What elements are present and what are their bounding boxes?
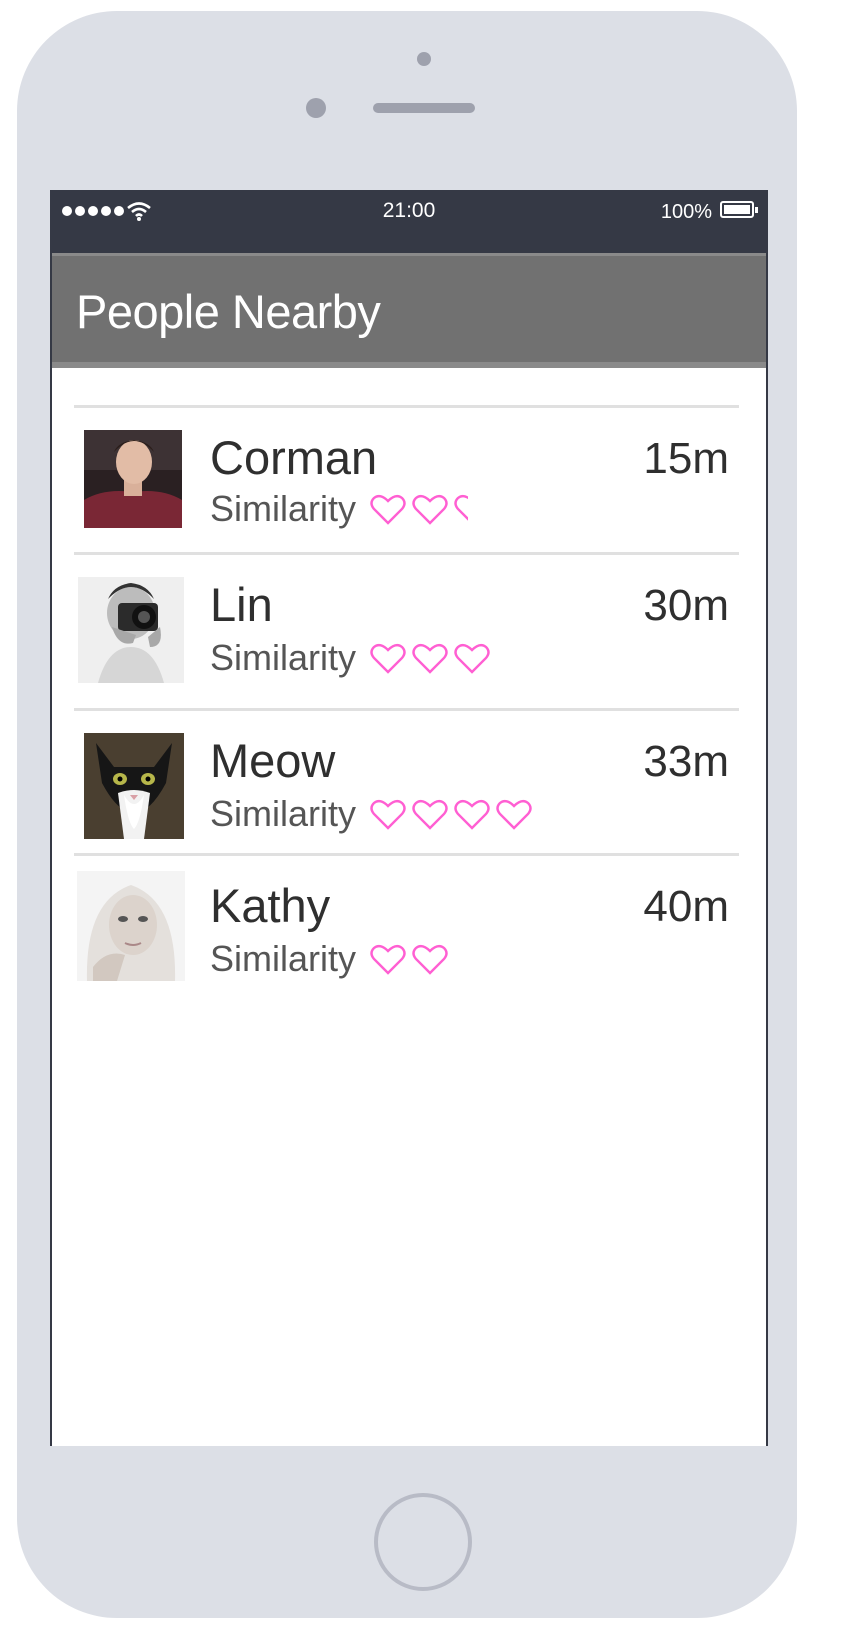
- similarity-hearts: [370, 492, 496, 526]
- avatar: [78, 577, 184, 683]
- avatar: [84, 430, 182, 528]
- screen: 21:00 100% People Nearby Corman 15m Simi…: [50, 190, 768, 1446]
- similarity: Similarity: [210, 488, 496, 530]
- person-distance: 33m: [643, 737, 729, 786]
- similarity: Similarity: [210, 793, 538, 835]
- person-name: Kathy: [210, 879, 331, 932]
- similarity-hearts: [370, 942, 454, 976]
- battery-icon: [720, 201, 758, 218]
- person-row-corman[interactable]: Corman 15m Similarity: [74, 405, 739, 552]
- heart-icon: [412, 643, 448, 674]
- proximity-sensor: [417, 52, 431, 66]
- similarity-label: Similarity: [210, 793, 357, 834]
- heart-icon: [496, 799, 532, 830]
- similarity: Similarity: [210, 637, 496, 679]
- person-row-lin[interactable]: Lin 30m Similarity: [74, 552, 739, 708]
- person-name: Lin: [210, 578, 273, 631]
- person-name: Meow: [210, 734, 336, 787]
- avatar: [77, 871, 185, 981]
- person-distance: 40m: [643, 882, 729, 931]
- heart-icon: [412, 494, 448, 525]
- heart-icon: [370, 494, 406, 525]
- similarity-label: Similarity: [210, 637, 357, 678]
- similarity-label: Similarity: [210, 488, 357, 529]
- header-bar: People Nearby: [52, 253, 766, 368]
- person-row-meow[interactable]: Meow 33m Similarity: [74, 708, 739, 853]
- people-list: Corman 15m Similarity Lin 30m Similarity…: [74, 405, 739, 998]
- person-row-kathy[interactable]: Kathy 40m Similarity: [74, 853, 739, 998]
- person-name: Corman: [210, 431, 378, 484]
- earpiece-speaker: [373, 103, 475, 113]
- person-distance: 15m: [643, 434, 729, 483]
- similarity: Similarity: [210, 938, 454, 980]
- heart-icon: [454, 643, 490, 674]
- heart-icon: [412, 799, 448, 830]
- similarity-hearts: [370, 797, 538, 831]
- heart-icon: [370, 799, 406, 830]
- home-button[interactable]: [374, 1493, 472, 1591]
- person-distance: 30m: [643, 581, 729, 630]
- heart-icon: [454, 799, 490, 830]
- status-time: 21:00: [382, 199, 436, 222]
- battery-percentage: 100%: [660, 201, 712, 223]
- similarity-label: Similarity: [210, 938, 357, 979]
- heart-icon: [370, 944, 406, 975]
- front-camera: [306, 98, 326, 118]
- heart-icon: [370, 643, 406, 674]
- heart-icon: [412, 944, 448, 975]
- similarity-hearts: [370, 641, 496, 675]
- status-bar: 21:00 100%: [52, 190, 766, 253]
- avatar: [84, 733, 184, 839]
- page-title: People Nearby: [76, 285, 381, 338]
- half-heart-icon: [454, 494, 469, 521]
